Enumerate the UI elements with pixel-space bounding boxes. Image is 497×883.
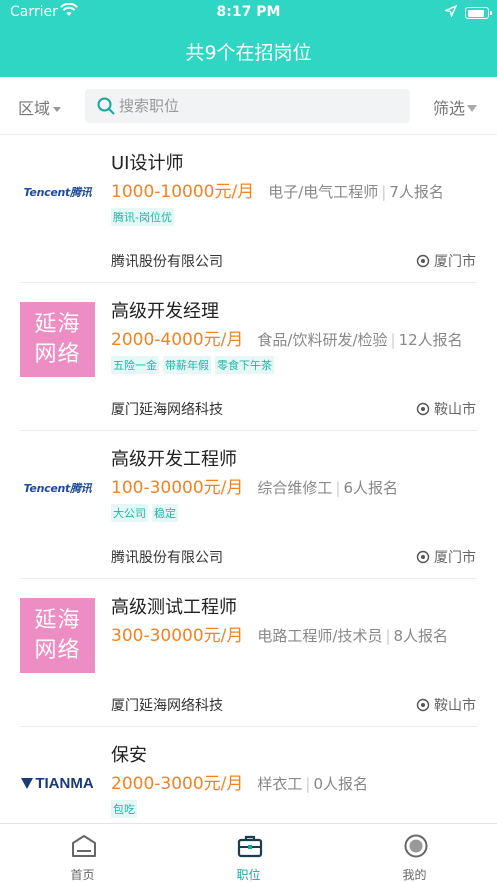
separator: |: [335, 479, 341, 497]
tab-bar: 首页 职位 我的: [0, 823, 497, 883]
location-pin-icon: [416, 698, 430, 712]
applicant-count: 0人报名: [313, 775, 369, 793]
filter-label: 筛选: [432, 99, 465, 118]
company-name: 腾讯股份有限公司: [111, 550, 223, 566]
top-bar: Carrier 8:17 PM 共9个在招岗位: [0, 0, 497, 77]
tab-profile[interactable]: 我的: [332, 824, 497, 883]
job-salary: 100-30000元/月: [111, 478, 244, 498]
job-card[interactable]: 延海网络 高级开发经理 2000-4000元/月 食品/饮料研发/检验 | 12人报名…: [0, 283, 497, 431]
job-salary: 2000-3000元/月: [111, 774, 244, 794]
job-location: 鞍山市: [416, 695, 476, 715]
filter-bar: 区域 筛选: [0, 77, 497, 135]
job-tag: 带薪年假: [163, 356, 211, 374]
job-tag: 稳定: [152, 504, 178, 522]
job-salary: 300-30000元/月: [111, 626, 244, 646]
home-icon: [71, 834, 97, 862]
job-tag: 包吃: [111, 800, 137, 818]
job-location: 厦门市: [416, 251, 476, 271]
logo-text: TIANMA: [35, 775, 94, 792]
area-label: 区域: [18, 99, 51, 118]
job-tag: 五险一金: [111, 356, 159, 374]
location-pin-icon: [416, 254, 430, 268]
separator: |: [381, 183, 387, 201]
applicant-count: 7人报名: [389, 183, 444, 201]
job-card[interactable]: Tencent腾讯 高级开发工程师 100-30000元/月 综合维修工 | 6人报名…: [0, 431, 497, 579]
briefcase-icon: [237, 834, 263, 862]
company-name: 厦门延海网络科技: [111, 698, 223, 714]
job-title: 高级开发工程师: [111, 449, 237, 470]
tab-briefcase[interactable]: 职位: [166, 824, 331, 883]
separator: |: [305, 775, 311, 793]
logo-text: Tencent腾讯: [23, 185, 92, 199]
location-pin-icon: [416, 402, 430, 416]
company-logo: TIANMA: [20, 746, 95, 821]
separator: |: [390, 331, 396, 349]
job-tags: 腾讯-岗位优: [111, 208, 174, 226]
company-logo: Tencent腾讯: [20, 154, 95, 229]
applicant-count: 6人报名: [343, 479, 399, 497]
caret-down-icon: [53, 107, 62, 112]
job-card[interactable]: Tencent腾讯 UI设计师 1000-10000元/月 电子/电气工程师 | 7人…: [0, 135, 497, 283]
location-arrow-icon: [443, 4, 458, 21]
location-pin-icon: [416, 550, 430, 564]
logo-line-2: 网络: [34, 637, 81, 663]
applicant-count: 8人报名: [393, 627, 449, 645]
job-tags: 包吃: [111, 800, 137, 818]
job-salary: 1000-10000元/月: [111, 182, 255, 202]
job-category: 样衣工: [257, 775, 303, 793]
separator: |: [385, 627, 391, 645]
city-name: 厦门市: [434, 254, 476, 270]
job-category: 电路工程师/技术员: [257, 627, 383, 645]
city-name: 鞍山市: [434, 698, 476, 714]
job-category: 综合维修工: [257, 479, 333, 497]
logo-text: Tencent腾讯: [23, 481, 92, 495]
job-tag: 大公司: [111, 504, 148, 522]
job-location: 鞍山市: [416, 399, 476, 419]
tab-label: 我的: [402, 868, 427, 882]
job-tags: 大公司 稳定: [111, 504, 178, 522]
company-logo: Tencent腾讯: [20, 450, 95, 525]
job-tag: 腾讯-岗位优: [111, 208, 174, 226]
profile-icon: [403, 834, 429, 862]
job-salary: 2000-4000元/月: [111, 330, 244, 350]
job-title: 保安: [111, 745, 147, 766]
logo-line-1: 延海: [34, 311, 81, 337]
search-input[interactable]: [119, 89, 404, 123]
logo-line-2: 网络: [34, 341, 81, 367]
city-name: 鞍山市: [434, 402, 476, 418]
company-name: 腾讯股份有限公司: [111, 254, 223, 270]
job-location: 厦门市: [416, 547, 476, 567]
job-title: UI设计师: [111, 153, 184, 174]
job-tag: 零食下午茶: [215, 356, 274, 374]
funnel-icon: [467, 105, 477, 112]
search-box[interactable]: [85, 89, 410, 123]
city-name: 厦门市: [434, 550, 476, 566]
applicant-count: 12人报名: [398, 331, 463, 349]
tianma-mark-icon: [21, 778, 34, 789]
search-icon: [97, 97, 115, 119]
logo-line-1: 延海: [34, 607, 81, 633]
job-category: 电子/电气工程师: [268, 183, 379, 201]
page-title: 共9个在招岗位: [185, 42, 312, 64]
status-bar: Carrier 8:17 PM: [0, 0, 497, 26]
company-name: 厦门延海网络科技: [111, 402, 223, 418]
job-category: 食品/饮料研发/检验: [257, 331, 388, 349]
tab-home[interactable]: 首页: [0, 824, 165, 883]
battery-level: [467, 9, 485, 17]
clock: 8:17 PM: [216, 4, 281, 20]
tab-label: 职位: [236, 868, 261, 882]
job-card[interactable]: 延海 网络 高级测试工程师 300-30000元/月 电路工程师/技术员 | 8人报名 …: [0, 579, 497, 727]
tab-label: 首页: [70, 868, 95, 882]
job-title: 高级测试工程师: [111, 597, 237, 618]
company-logo: 延海 网络: [20, 302, 95, 377]
filter-button[interactable]: 筛选: [433, 95, 477, 119]
company-logo: 延海 网络: [20, 598, 95, 673]
job-tags: 五险一金 带薪年假 零食下午茶: [111, 356, 274, 374]
area-dropdown[interactable]: 区域: [18, 95, 62, 119]
battery-icon: [465, 7, 492, 19]
job-title: 高级开发经理: [111, 301, 219, 322]
